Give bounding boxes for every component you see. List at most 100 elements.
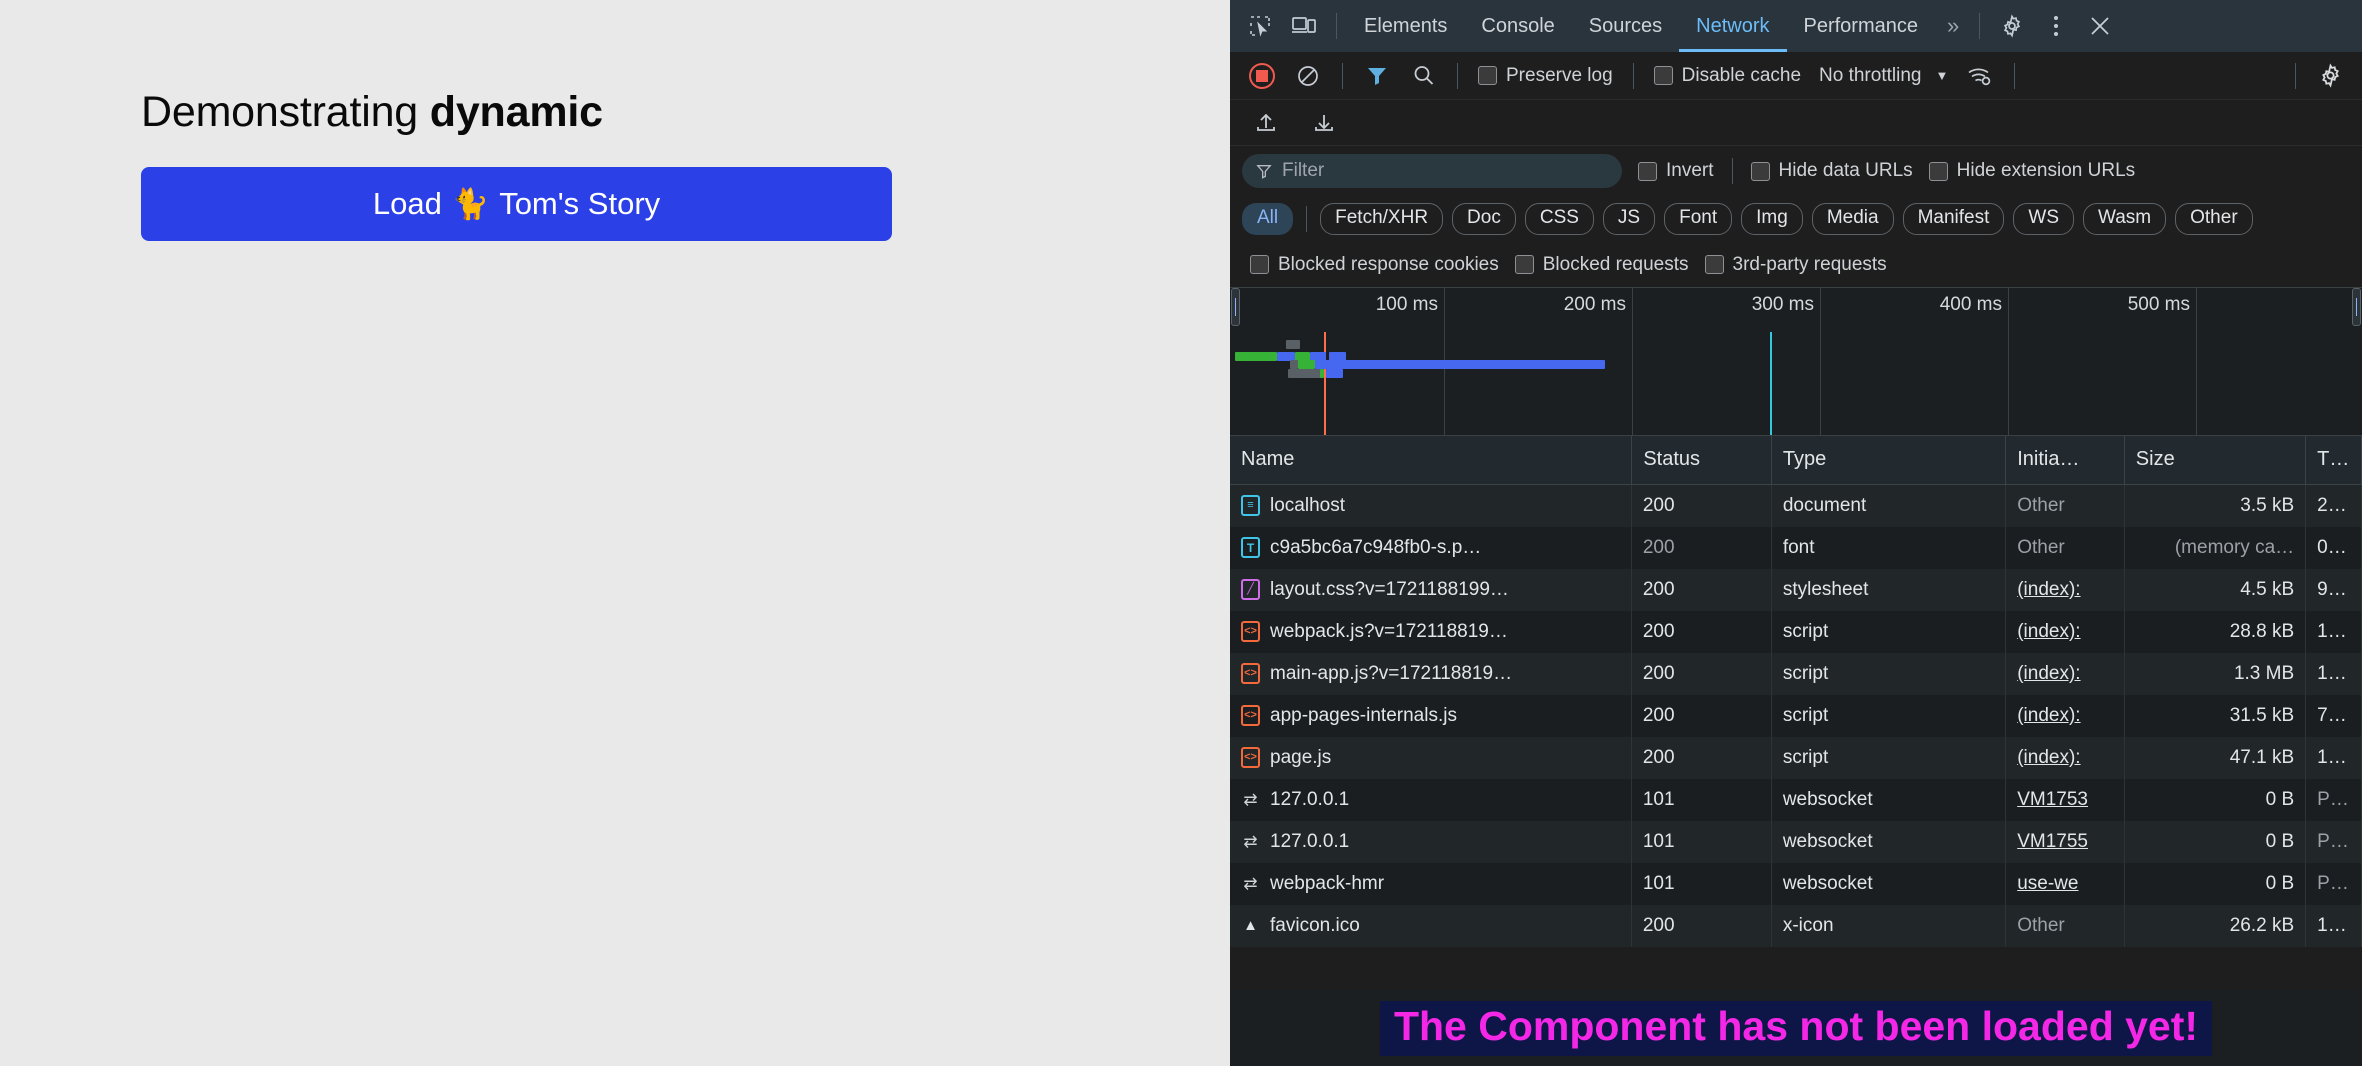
type-filter-manifest[interactable]: Manifest xyxy=(1902,203,2005,235)
disable-cache-checkbox[interactable]: Disable cache xyxy=(1653,65,1801,87)
hide-extension-urls-checkbox[interactable]: Hide extension URLs xyxy=(1928,160,2135,182)
network-conditions-icon[interactable] xyxy=(1958,55,2002,97)
cell-name[interactable]: ▲ favicon.ico xyxy=(1230,904,1632,947)
type-filter-img[interactable]: Img xyxy=(1741,203,1803,235)
initiator[interactable]: (index): xyxy=(2017,621,2080,642)
status-code: 200 xyxy=(1642,578,1675,600)
table-row[interactable]: <> main-app.js?v=172118819… 200 script (inde… xyxy=(1230,652,2362,695)
export-har-icon[interactable] xyxy=(1302,102,1346,144)
type-filter-fetch-xhr[interactable]: Fetch/XHR xyxy=(1320,203,1444,235)
initiator[interactable]: (index): xyxy=(2017,747,2080,768)
initiator[interactable]: use-we xyxy=(2017,873,2078,894)
status-code: 200 xyxy=(1642,494,1675,516)
cell-initiator[interactable]: (index): xyxy=(2005,610,2125,653)
load-story-button[interactable]: Load 🐈 Tom's Story xyxy=(141,167,892,241)
filter-toggle-icon[interactable] xyxy=(1355,55,1399,97)
cell-initiator[interactable]: use-we xyxy=(2005,862,2125,905)
cell-initiator[interactable]: (index): xyxy=(2005,736,2125,779)
type-filter-media[interactable]: Media xyxy=(1811,203,1894,235)
timeline-left-handle[interactable] xyxy=(1231,288,1240,326)
table-row[interactable]: <> app-pages-internals.js 200 script (index)… xyxy=(1230,694,2362,737)
filter-input[interactable]: Filter xyxy=(1242,154,1622,188)
transfer-size: 26.2 kB xyxy=(2229,914,2295,936)
cell-initiator[interactable]: VM1753 xyxy=(2005,778,2125,821)
initiator[interactable]: (index): xyxy=(2017,705,2080,726)
table-row[interactable]: ▲ favicon.ico 200 x-icon Other 26.2 kB 1… xyxy=(1230,904,2362,947)
invert-checkbox[interactable]: Invert xyxy=(1638,160,1714,182)
table-row[interactable]: ⇄ 127.0.0.1 101 websocket VM1755 0 B P… xyxy=(1230,820,2362,863)
column-header-status[interactable]: Status xyxy=(1631,436,1772,485)
tab-console[interactable]: Console xyxy=(1464,0,1571,52)
cell-name[interactable]: Tc9a5bc6a7c948fb0-s.p… xyxy=(1230,526,1632,569)
type-filter-all[interactable]: All xyxy=(1242,203,1294,235)
cell-name[interactable]: <> main-app.js?v=172118819… xyxy=(1230,652,1632,695)
clear-network-log-button[interactable] xyxy=(1286,55,1330,97)
cell-initiator[interactable]: VM1755 xyxy=(2005,820,2125,863)
cell-type: websocket xyxy=(1771,820,2007,863)
third-party-requests-checkbox[interactable]: 3rd-party requests xyxy=(1704,254,1887,276)
record-button[interactable] xyxy=(1240,55,1284,97)
blocked-response-cookies-checkbox[interactable]: Blocked response cookies xyxy=(1250,254,1499,276)
timeline-right-handle[interactable] xyxy=(2352,288,2361,326)
cell-name[interactable]: ╱ layout.css?v=1721188199… xyxy=(1230,568,1632,611)
cell-name[interactable]: <> app-pages-internals.js xyxy=(1230,694,1632,737)
table-row[interactable]: ⇄ 127.0.0.1 101 websocket VM1753 0 B P… xyxy=(1230,778,2362,821)
cell-initiator[interactable]: (index): xyxy=(2005,568,2125,611)
type-filter-css[interactable]: CSS xyxy=(1524,203,1594,235)
type-filter-js[interactable]: JS xyxy=(1602,203,1656,235)
cell-name[interactable]: <> webpack.js?v=172118819… xyxy=(1230,610,1632,653)
transfer-size: 28.8 kB xyxy=(2229,620,2295,642)
table-row[interactable]: <> webpack.js?v=172118819… 200 script (index… xyxy=(1230,610,2362,653)
network-overview-timeline[interactable]: 100 ms 200 ms 300 ms 400 ms 500 ms xyxy=(1230,288,2362,436)
more-tabs-icon[interactable]: » xyxy=(1935,13,1969,39)
initiator[interactable]: (index): xyxy=(2017,663,2080,684)
import-har-icon[interactable] xyxy=(1244,102,1288,144)
transfer-size: 31.5 kB xyxy=(2229,704,2295,726)
cell-name[interactable]: ⇄ 127.0.0.1 xyxy=(1230,820,1632,863)
cell-time: P… xyxy=(2305,820,2362,863)
cell-name[interactable]: ≡ localhost xyxy=(1230,484,1632,527)
column-header-initiator[interactable]: Initia… xyxy=(2005,436,2125,485)
type-filter-font[interactable]: Font xyxy=(1664,203,1733,235)
tab-network[interactable]: Network xyxy=(1679,0,1786,52)
cell-name[interactable]: ⇄ 127.0.0.1 xyxy=(1230,778,1632,821)
cell-name[interactable]: <> page.js xyxy=(1230,736,1632,779)
gear-icon[interactable] xyxy=(1990,5,2034,47)
network-settings-gear-icon[interactable] xyxy=(2308,55,2352,97)
document-icon: ≡ xyxy=(1241,495,1260,516)
tab-sources[interactable]: Sources xyxy=(1572,0,1679,52)
search-icon[interactable] xyxy=(1401,55,1445,97)
table-row[interactable]: ╱ layout.css?v=1721188199… 200 stylesheet (i… xyxy=(1230,568,2362,611)
column-header-time[interactable]: T… xyxy=(2305,436,2362,485)
column-header-name[interactable]: Name xyxy=(1230,436,1633,485)
blocked-requests-checkbox[interactable]: Blocked requests xyxy=(1514,254,1689,276)
device-toolbar-icon[interactable] xyxy=(1282,5,1326,47)
initiator[interactable]: (index): xyxy=(2017,579,2080,600)
component-status-banner: The Component has not been loaded yet! xyxy=(1230,990,2362,1066)
cell-initiator[interactable]: (index): xyxy=(2005,652,2125,695)
more-options-icon[interactable] xyxy=(2034,5,2078,47)
transfer-size: 3.5 kB xyxy=(2240,494,2295,516)
tab-elements[interactable]: Elements xyxy=(1347,0,1464,52)
type-filter-doc[interactable]: Doc xyxy=(1452,203,1516,235)
cell-name[interactable]: ⇄ webpack-hmr xyxy=(1230,862,1632,905)
tab-performance[interactable]: Performance xyxy=(1787,0,1936,52)
close-icon[interactable] xyxy=(2078,5,2122,47)
type-filter-wasm[interactable]: Wasm xyxy=(2083,203,2167,235)
cell-initiator[interactable]: (index): xyxy=(2005,694,2125,737)
table-row[interactable]: Tc9a5bc6a7c948fb0-s.p… 200 font Other (memor… xyxy=(1230,526,2362,569)
type-filter-ws[interactable]: WS xyxy=(2013,203,2074,235)
column-header-size[interactable]: Size xyxy=(2124,436,2307,485)
type-filter-other[interactable]: Other xyxy=(2175,203,2253,235)
tabbar-divider xyxy=(1336,13,1337,39)
preserve-log-checkbox[interactable]: Preserve log xyxy=(1478,65,1613,87)
table-row[interactable]: ⇄ webpack-hmr 101 websocket use-we 0 B P… xyxy=(1230,862,2362,905)
inspect-element-icon[interactable] xyxy=(1238,5,1282,47)
hide-data-urls-checkbox[interactable]: Hide data URLs xyxy=(1750,160,1913,182)
table-row[interactable]: <> page.js 200 script (index): 47.1 kB 1… xyxy=(1230,736,2362,779)
initiator[interactable]: VM1755 xyxy=(2017,831,2088,852)
throttling-select[interactable]: No throttling ▼ xyxy=(1819,65,1948,87)
initiator[interactable]: VM1753 xyxy=(2017,789,2088,810)
column-header-type[interactable]: Type xyxy=(1771,436,2007,485)
table-row[interactable]: ≡ localhost 200 document Other 3.5 kB 2… xyxy=(1230,484,2362,527)
